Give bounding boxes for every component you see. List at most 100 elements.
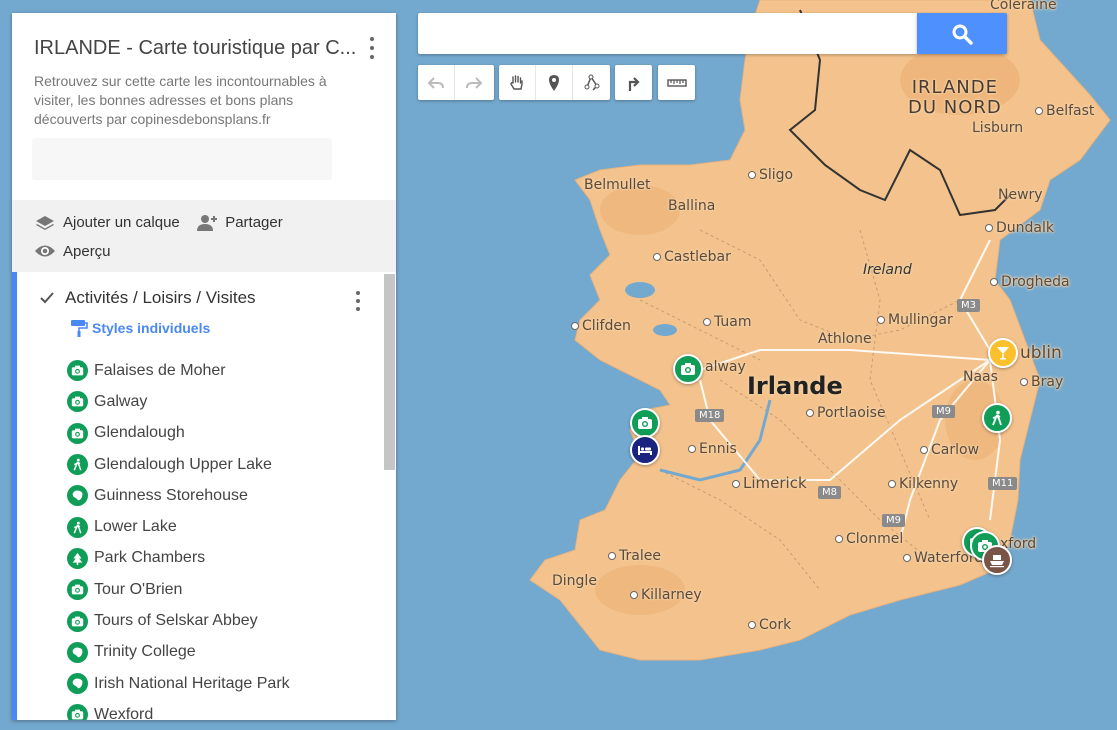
camera-icon xyxy=(67,704,88,720)
layer-header: Activités / Loisirs / Visites xyxy=(17,272,396,308)
list-item[interactable]: Galway xyxy=(17,386,396,417)
cocktail-icon xyxy=(997,347,1009,360)
map-label-castlebar: Castlebar xyxy=(653,249,731,265)
measure-button[interactable] xyxy=(658,65,695,100)
individual-styles-link[interactable]: Styles individuels xyxy=(70,318,396,338)
share-button[interactable]: Partager xyxy=(196,210,283,235)
camera-icon xyxy=(67,610,88,632)
list-item[interactable]: Trinity College xyxy=(17,637,396,668)
panel-actions: Ajouter un calque Partager Aperçu xyxy=(12,200,396,272)
list-item[interactable]: Glendalough xyxy=(17,418,396,449)
road-shield-m11: M11 xyxy=(988,477,1018,490)
list-item-label: Glendalough Upper Lake xyxy=(94,455,272,473)
bed-icon xyxy=(638,446,652,455)
layer-checkbox[interactable] xyxy=(39,290,55,306)
marker-icon xyxy=(549,74,559,91)
undo-button[interactable] xyxy=(418,65,455,100)
list-item-label: Wexford xyxy=(94,705,154,720)
region-line-2: DU NORD xyxy=(908,97,1002,118)
layer-items-list: Falaises de Moher Galway Glendalough Glenda… xyxy=(17,355,396,720)
draw-line-icon xyxy=(584,74,599,91)
map-label-newry: Newry xyxy=(998,187,1043,203)
map-options-menu[interactable] xyxy=(362,35,382,61)
map-label-ballina: Ballina xyxy=(668,198,716,214)
camera-icon xyxy=(67,360,88,382)
list-item[interactable]: Falaises de Moher xyxy=(17,355,396,386)
camera-icon xyxy=(638,417,652,429)
list-item[interactable]: Tours of Selskar Abbey xyxy=(17,605,396,636)
search-button[interactable] xyxy=(917,13,1007,54)
share-label: Partager xyxy=(225,214,283,231)
landmark-icon xyxy=(67,641,88,663)
tree-icon xyxy=(67,547,88,569)
map-pin-ferry[interactable] xyxy=(982,545,1012,575)
list-item[interactable]: Lower Lake xyxy=(17,511,396,542)
toolbar-undo-redo xyxy=(418,65,494,100)
road-shield-m3: M3 xyxy=(957,299,980,312)
map-pin-galway-camera[interactable] xyxy=(673,354,703,384)
search-icon xyxy=(952,24,973,45)
road-shield-m9: M9 xyxy=(932,405,955,418)
list-item-label: Trinity College xyxy=(94,643,196,661)
preview-label: Aperçu xyxy=(63,242,111,260)
individual-styles-label: Styles individuels xyxy=(92,320,211,336)
map-pin-hotel[interactable] xyxy=(630,435,660,465)
redo-button[interactable] xyxy=(455,65,492,100)
road-shield-m8: M8 xyxy=(818,486,841,499)
paint-roller-icon xyxy=(71,320,88,337)
landmark-icon xyxy=(67,673,88,695)
list-item[interactable]: Park Chambers xyxy=(17,543,396,574)
panel-scrollbar[interactable] xyxy=(384,274,395,470)
pan-tool-button[interactable] xyxy=(499,65,536,100)
list-item-label: Falaises de Moher xyxy=(94,361,226,379)
map-description: Retrouvez sur cette carte les incontourn… xyxy=(34,73,327,127)
map-label-northern-ireland: IRLANDE DU NORD xyxy=(908,78,1002,118)
layer-title[interactable]: Activités / Loisirs / Visites xyxy=(65,288,256,308)
list-item[interactable]: Wexford xyxy=(17,699,396,720)
camera-icon xyxy=(67,422,88,444)
layers-icon xyxy=(36,215,54,230)
add-marker-button[interactable] xyxy=(536,65,573,100)
menu-dot xyxy=(370,54,374,59)
list-item[interactable]: Guinness Storehouse xyxy=(17,480,396,511)
menu-dot xyxy=(356,307,360,311)
map-pin-moher-camera[interactable] xyxy=(630,408,660,438)
menu-dot xyxy=(356,291,360,295)
add-layer-button[interactable]: Ajouter un calque xyxy=(34,210,180,235)
map-pin-glendalough-hiker[interactable] xyxy=(982,403,1012,433)
search-input[interactable] xyxy=(418,13,917,54)
camera-icon xyxy=(681,363,695,375)
map-label-kilkenny: Kilkenny xyxy=(888,476,958,492)
menu-dot xyxy=(370,37,374,42)
map-label-portlaoise: Portlaoise xyxy=(806,405,886,421)
map-label-clifden: Clifden xyxy=(571,318,631,334)
layer-options-menu[interactable] xyxy=(348,289,368,313)
map-label-ennis: Ennis xyxy=(688,441,737,457)
layer-section: Activités / Loisirs / Visites Styles ind… xyxy=(12,272,396,720)
map-label-bray: Bray xyxy=(1020,374,1063,390)
list-item-label: Galway xyxy=(94,392,148,410)
draw-line-button[interactable] xyxy=(573,65,610,100)
map-label-athlone: Athlone xyxy=(818,331,872,347)
blurred-area xyxy=(32,138,332,180)
preview-button[interactable]: Aperçu xyxy=(34,239,111,264)
map-label-carlow: Carlow xyxy=(920,442,979,458)
map-title[interactable]: IRLANDE - Carte touristique par C... xyxy=(34,37,359,60)
ruler-icon xyxy=(666,78,687,87)
toolbar-directions xyxy=(615,65,652,100)
map-label-cork: Cork xyxy=(748,617,791,633)
list-item[interactable]: Glendalough Upper Lake xyxy=(17,449,396,480)
list-item[interactable]: Irish National Heritage Park xyxy=(17,668,396,699)
menu-dot xyxy=(370,45,374,50)
map-pin-dublin-bar[interactable] xyxy=(988,338,1018,368)
directions-button[interactable] xyxy=(615,65,652,100)
list-item-label: Tours of Selskar Abbey xyxy=(94,612,258,630)
list-item[interactable]: Tour O'Brien xyxy=(17,574,396,605)
map-label-naas: Naas xyxy=(963,369,998,385)
map-label-sligo: Sligo xyxy=(748,167,793,183)
map-label-galway: alway xyxy=(705,359,746,375)
map-label-clonmel: Clonmel xyxy=(835,531,903,547)
map-label-mullingar: Mullingar xyxy=(877,312,953,328)
toolbar-measure xyxy=(658,65,695,100)
list-item-label: Guinness Storehouse xyxy=(94,486,248,504)
